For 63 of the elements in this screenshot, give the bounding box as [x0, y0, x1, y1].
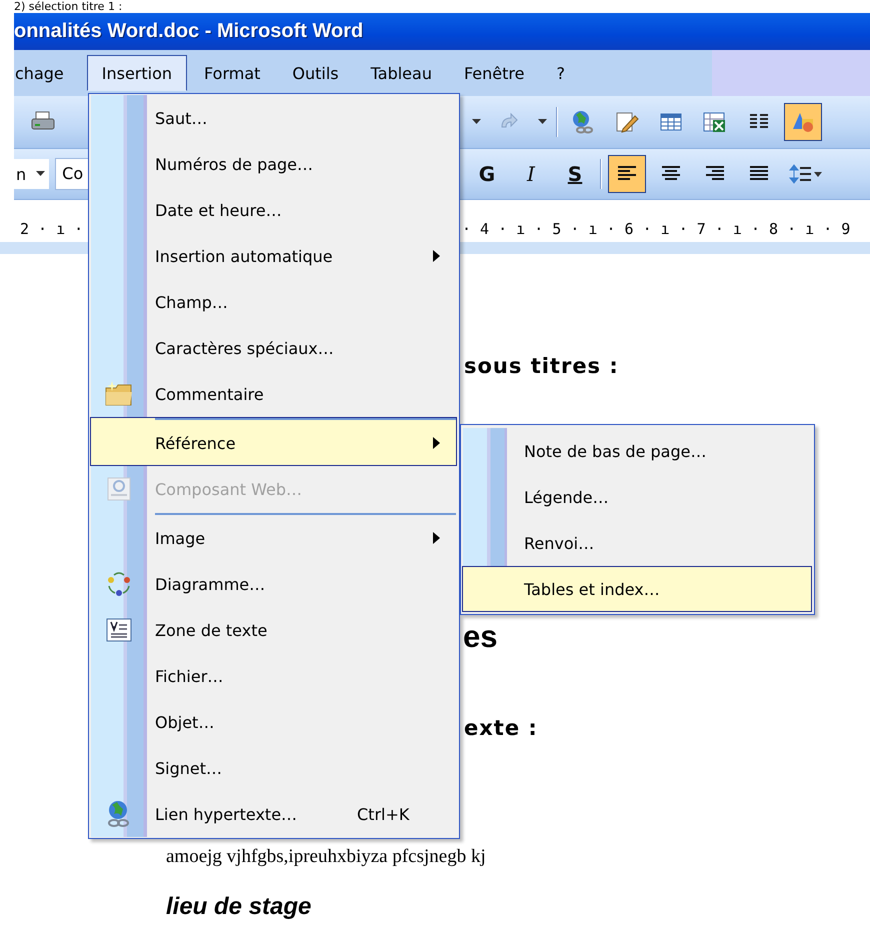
document-text: lieu de stage: [166, 893, 312, 921]
menu-item[interactable]: Objet…: [90, 699, 457, 745]
ruler-scale: · 4 · ı · 5 · ı · 6 · ı · 7 · ı · 8 · ı · 9: [462, 220, 850, 238]
caret-icon: [472, 119, 480, 125]
caret-icon: [36, 171, 46, 177]
menu-item[interactable]: Insertion automatique: [90, 233, 457, 279]
document-text: amoejg vjhfgbs,ipreuhxbiyza pfcsjnegb kj: [166, 845, 486, 869]
bold-button[interactable]: G: [468, 155, 506, 193]
align-left-icon: [616, 165, 638, 183]
ruler-scale: 2 · ı ·: [20, 220, 84, 238]
menu-item[interactable]: Champ…: [90, 279, 457, 325]
menu-item[interactable]: Légende…: [462, 474, 812, 520]
menu-bar-item[interactable]: Tableau: [356, 55, 447, 91]
align-center-icon: [660, 165, 682, 183]
menu-item[interactable]: Signet…: [90, 745, 457, 791]
line-spacing-icon: [789, 163, 823, 185]
submenu-arrow-icon: [433, 250, 440, 262]
submenu-arrow-icon: [433, 437, 440, 449]
align-right-icon: [704, 165, 726, 183]
shortcut-text: Ctrl+K: [357, 804, 410, 824]
document-text: es: [463, 619, 498, 655]
menu-item[interactable]: Caractères spéciaux…: [90, 325, 457, 371]
align-left-button[interactable]: [608, 155, 646, 193]
menu-item[interactable]: Commentaire: [90, 371, 457, 417]
columns-icon: [749, 113, 769, 131]
menu-bar-item[interactable]: Format: [189, 55, 276, 91]
document-text: 2) sélection titre 1 :: [13, 0, 124, 13]
menu-item[interactable]: Note de bas de page…: [462, 428, 812, 474]
submenu-arrow-icon: [433, 532, 440, 544]
italic-button[interactable]: I: [512, 155, 550, 193]
caret-icon: [538, 119, 546, 125]
table-icon: [660, 112, 682, 132]
menu-bar-item[interactable]: Outils: [277, 55, 354, 91]
font-dropdown[interactable]: Co: [55, 158, 90, 190]
menu-item[interactable]: Diagramme…: [90, 561, 457, 607]
spreadsheet-icon: [703, 111, 727, 133]
window-title: onnalités Word.doc - Microsoft Word: [14, 20, 364, 43]
menu-bar-item[interactable]: Insertion: [86, 55, 188, 91]
menu-bar-item[interactable]: ?: [541, 55, 580, 91]
menu-bar-item[interactable]: Fenêtre: [448, 55, 540, 91]
globe-link-icon: [570, 109, 596, 135]
folder-icon: [104, 380, 134, 408]
menu-item[interactable]: Image: [90, 512, 457, 561]
menu-bar-item[interactable]: chage: [14, 55, 79, 91]
underline-button[interactable]: S: [556, 155, 594, 193]
web-component-icon: [105, 475, 133, 503]
menu-item[interactable]: Tables et index…: [462, 566, 812, 612]
justify-icon: [748, 165, 770, 183]
style-dropdown[interactable]: n: [14, 159, 50, 189]
document-text: sous titres :: [464, 353, 619, 380]
menu-item[interactable]: Référence: [90, 417, 457, 466]
diagram-icon: [105, 570, 133, 598]
pen-document-icon: [615, 110, 639, 134]
menu-item[interactable]: Lien hypertexte… Ctrl+K: [90, 791, 457, 837]
document-text: exte :: [464, 715, 538, 742]
menu-item[interactable]: Renvoi…: [462, 520, 812, 566]
drawing-button[interactable]: [784, 103, 822, 141]
menu-item[interactable]: Numéros de page…: [90, 141, 457, 187]
menu-item[interactable]: Saut…: [90, 95, 457, 141]
text-box-icon: [106, 618, 132, 642]
menu-item[interactable]: Date et heure…: [90, 187, 457, 233]
menu-item[interactable]: Fichier…: [90, 653, 457, 699]
menu-item[interactable]: Zone de texte: [90, 607, 457, 653]
